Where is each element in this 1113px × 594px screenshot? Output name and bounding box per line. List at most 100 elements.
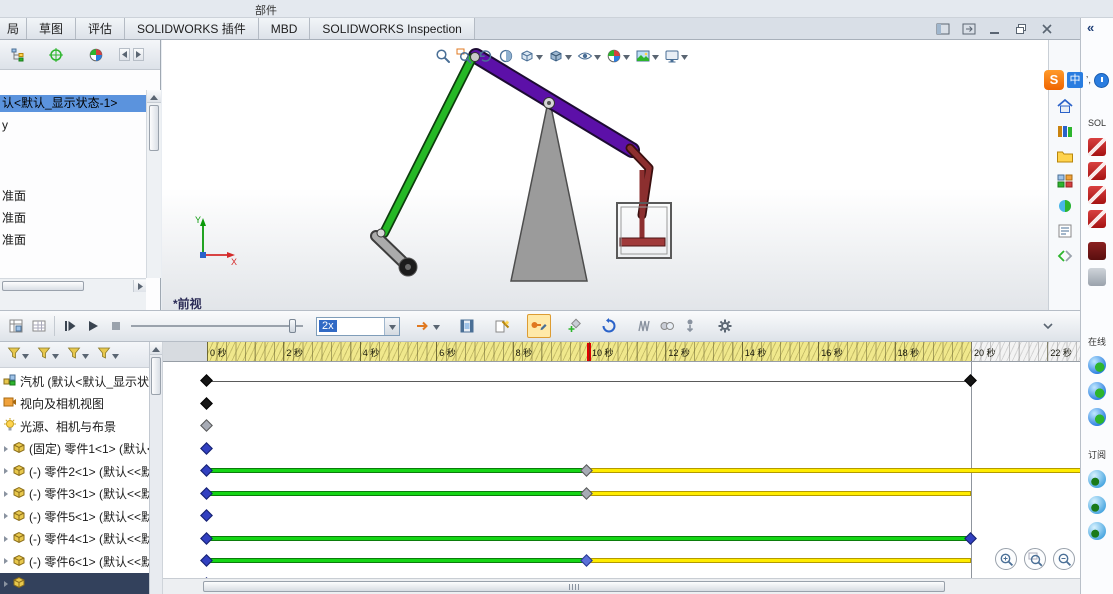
dropdown-caret-icon[interactable] <box>623 49 630 63</box>
view-orientation-icon[interactable] <box>518 47 544 65</box>
command-tab-2[interactable]: 草图 <box>27 18 77 39</box>
taskpane-tab-custom-properties-icon[interactable] <box>1053 221 1077 241</box>
section-view-icon[interactable] <box>497 47 515 65</box>
timeline-keypoint[interactable] <box>200 396 213 410</box>
tool-icon[interactable] <box>1088 242 1106 260</box>
timeline-keypoint[interactable] <box>580 464 593 477</box>
timeline-keypoint[interactable] <box>200 374 213 387</box>
zoom-area-icon[interactable] <box>455 47 473 65</box>
graphics-viewport[interactable]: Y X *前视 <box>162 40 1048 310</box>
command-tab-5[interactable]: MBD <box>258 18 311 39</box>
property-manager-tab-icon[interactable] <box>46 45 66 65</box>
pager-left-icon[interactable] <box>119 48 130 61</box>
expand-panel-icon[interactable] <box>960 21 977 37</box>
feature-tree-hscrollbar[interactable] <box>0 278 146 292</box>
xpress-tool-icon[interactable] <box>1088 162 1106 180</box>
motion-tree-row-2[interactable]: 视向及相机视图 <box>0 393 149 415</box>
expander-icon[interactable] <box>3 487 9 501</box>
feature-tree-vscrollbar[interactable] <box>146 90 161 278</box>
motion-tree-row-8[interactable]: (-) 零件4<1> (默认<<默认 <box>0 528 149 550</box>
subscription-icon[interactable] <box>1088 496 1106 514</box>
hide-show-items-icon[interactable] <box>576 47 602 65</box>
scroll-right-icon[interactable] <box>133 279 146 292</box>
animation-wizard-icon[interactable] <box>494 318 510 334</box>
taskpane-tab-appearances-icon[interactable] <box>1053 196 1077 216</box>
timeline-hscrollbar[interactable] <box>163 578 1080 594</box>
expander-icon[interactable] <box>3 509 9 523</box>
expander-icon[interactable] <box>3 442 9 456</box>
punctuation-mode-icon[interactable]: ’, <box>1086 75 1091 86</box>
timeline-bar-yellow[interactable] <box>587 468 1080 473</box>
timeline-keypoint[interactable] <box>200 486 213 500</box>
dropdown-caret-icon[interactable] <box>565 49 572 63</box>
xpress-tool-icon[interactable] <box>1088 186 1106 204</box>
feature-tree-item-5[interactable]: 准面 <box>0 232 146 249</box>
timeline-keypoint[interactable] <box>964 531 977 545</box>
taskpane-tab-design-library-icon[interactable] <box>1053 121 1077 141</box>
timeline-position-slider[interactable] <box>131 317 303 335</box>
taskpane-tab-file-explorer-icon[interactable] <box>1053 146 1077 166</box>
view-settings-icon[interactable] <box>663 47 689 65</box>
motion-tree-row-7[interactable]: (-) 零件5<1> (默认<<默认 <box>0 505 149 527</box>
timeline-keypoint[interactable] <box>200 419 213 432</box>
sogou-clock-icon[interactable] <box>1094 72 1109 88</box>
restore-button[interactable] <box>1012 21 1029 37</box>
expander-icon[interactable] <box>3 554 9 568</box>
slider-thumb[interactable] <box>289 319 296 333</box>
timeline-bar-green[interactable] <box>207 535 971 541</box>
vscroll-thumb[interactable] <box>151 357 161 395</box>
motionmanager-collapse-icon[interactable] <box>1042 319 1054 333</box>
add-key-icon[interactable] <box>566 318 582 334</box>
beam-pivot-joint[interactable] <box>543 97 555 109</box>
gravity-icon[interactable] <box>682 318 698 334</box>
edit-appearance-icon[interactable] <box>605 47 631 65</box>
ground-pivot-part[interactable] <box>398 257 418 277</box>
motion-tree-row-10[interactable] <box>0 572 149 594</box>
dock-panel-icon[interactable] <box>934 21 951 37</box>
expander-icon[interactable] <box>3 464 9 478</box>
timeline-bar-line[interactable] <box>207 381 971 382</box>
piston-part[interactable] <box>619 170 666 247</box>
taskpane-tab-back-forward-icon[interactable] <box>1053 246 1077 266</box>
filter-all-icon[interactable] <box>7 346 29 363</box>
command-tab-3[interactable]: 评估 <box>76 18 126 39</box>
save-animation-icon[interactable] <box>459 318 475 334</box>
timeline-keypoint[interactable] <box>200 464 213 477</box>
filter-results-icon[interactable] <box>97 346 119 363</box>
zoom-fit-icon[interactable] <box>434 47 452 65</box>
expander-icon[interactable] <box>3 532 9 546</box>
motion-tree-row-6[interactable]: (-) 零件3<1> (默认<<默认 <box>0 483 149 505</box>
task-pane-collapse-button[interactable]: « <box>1087 20 1094 35</box>
scroll-up-icon[interactable] <box>150 342 162 355</box>
xpress-tool-icon[interactable] <box>1088 210 1106 228</box>
motion-tree-row-4[interactable]: (固定) 零件1<1> (默认<< <box>0 438 149 460</box>
play-button[interactable] <box>85 318 101 334</box>
tool-icon[interactable] <box>1088 268 1106 286</box>
subscription-icon[interactable] <box>1088 522 1106 540</box>
timeline-bar-yellow[interactable] <box>587 558 971 563</box>
sogou-logo-icon[interactable]: S <box>1044 70 1064 90</box>
timeline-hscroll-thumb[interactable] <box>203 581 945 592</box>
timeline-zoom-in-button[interactable] <box>995 548 1017 570</box>
playback-speed-select[interactable]: 2x <box>316 316 400 336</box>
apply-scene-icon[interactable] <box>634 47 660 65</box>
lower-joint[interactable] <box>376 228 386 238</box>
timeline-keypoint[interactable] <box>580 486 593 500</box>
stop-button[interactable] <box>108 318 124 334</box>
display-manager-tab-icon[interactable] <box>86 45 106 65</box>
online-resource-icon[interactable] <box>1088 356 1106 374</box>
timeline-keypoint[interactable] <box>200 509 213 522</box>
timeline-grid-icon[interactable] <box>31 318 47 334</box>
timeline-bar-green[interactable] <box>207 558 588 563</box>
close-button[interactable] <box>1038 21 1055 37</box>
timeline-ruler[interactable]: 0 秒 2 秒 4 秒 6 秒 8 秒 10 秒 12 秒 14 秒 16 秒 18 秒 20 秒 2… <box>163 342 1080 362</box>
scroll-up-icon[interactable] <box>147 90 161 103</box>
minimize-button[interactable] <box>986 21 1003 37</box>
contact-icon[interactable] <box>659 318 675 334</box>
timeline-bar-green[interactable] <box>207 490 588 496</box>
online-resource-icon[interactable] <box>1088 408 1106 426</box>
previous-view-icon[interactable] <box>476 47 494 65</box>
dropdown-caret-icon[interactable] <box>536 49 543 63</box>
command-tab-4[interactable]: SOLIDWORKS 插件 <box>125 18 259 39</box>
xpress-tool-icon[interactable] <box>1088 138 1106 156</box>
